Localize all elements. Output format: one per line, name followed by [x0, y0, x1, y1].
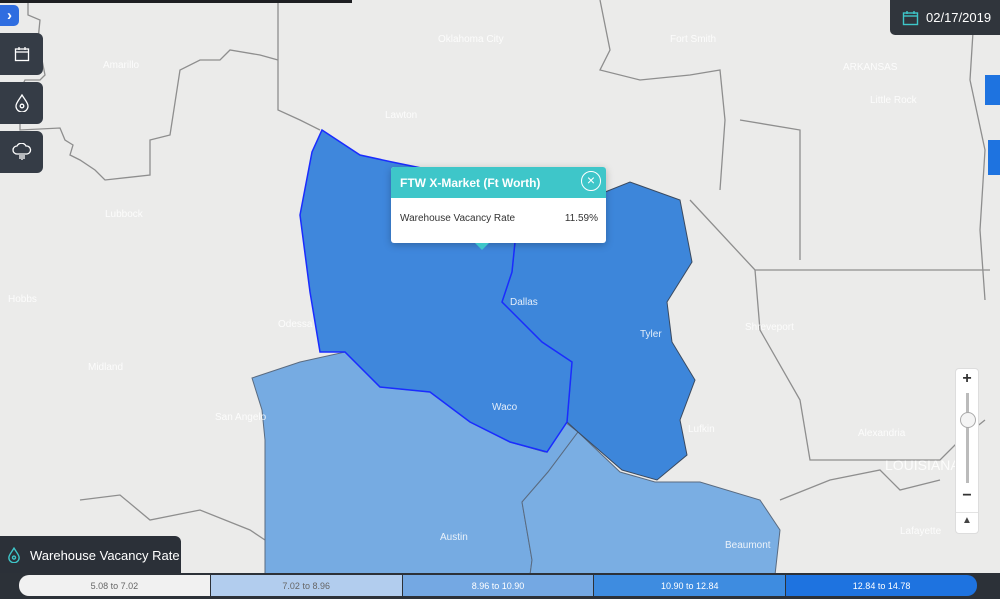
- region-edge: [985, 75, 1000, 105]
- popup-metric-label: Warehouse Vacancy Rate: [400, 213, 516, 224]
- city-label: Tyler: [640, 329, 662, 340]
- layer-name: Warehouse Vacancy Rate: [30, 547, 180, 563]
- city-label: Austin: [440, 532, 468, 543]
- close-popup-button[interactable]: ×: [581, 171, 601, 191]
- weather-button[interactable]: [0, 131, 43, 173]
- reset-north-button[interactable]: ▲: [956, 512, 978, 526]
- legend-bin: 10.90 to 12.84: [594, 575, 787, 596]
- droplet-icon: [14, 94, 29, 112]
- state-border: [79, 494, 266, 541]
- expand-sidebar-button[interactable]: ›: [0, 5, 19, 26]
- city-label: Odessa: [278, 319, 313, 330]
- city-label: Midland: [88, 362, 123, 373]
- metric-button[interactable]: [0, 82, 43, 124]
- city-label: ARKANSAS: [843, 62, 898, 73]
- region-edge: [988, 140, 1000, 175]
- legend-bin: 5.08 to 7.02: [19, 575, 211, 596]
- calendar-icon: [902, 10, 919, 25]
- date-button[interactable]: [0, 33, 43, 75]
- zoom-in-button[interactable]: +: [956, 370, 978, 388]
- popup-pointer: [475, 243, 489, 250]
- legend-bin: 8.96 to 10.90: [402, 575, 595, 596]
- city-label: Little Rock: [870, 95, 918, 106]
- city-label: LOUISIANA: [885, 457, 960, 473]
- city-label: Amarillo: [103, 60, 140, 71]
- zoom-out-button[interactable]: −: [956, 487, 978, 505]
- city-label: Dallas: [510, 297, 538, 308]
- state-border: [277, 0, 321, 131]
- city-label: Lafayette: [900, 526, 942, 537]
- state-border: [779, 469, 941, 501]
- active-layer-label: Warehouse Vacancy Rate: [0, 536, 181, 574]
- region-popup: FTW X-Market (Ft Worth) × Warehouse Vaca…: [391, 167, 606, 250]
- state-border: [739, 119, 801, 260]
- city-label: Lufkin: [688, 424, 715, 435]
- state-border: [599, 0, 726, 191]
- zoom-slider-track[interactable]: [966, 393, 969, 483]
- city-label: Lubbock: [105, 209, 144, 220]
- legend-bin: 12.84 to 14.78: [786, 575, 977, 596]
- close-icon: ×: [586, 172, 596, 188]
- selected-date: 02/17/2019: [926, 10, 992, 25]
- city-label: Oklahoma City: [438, 34, 504, 45]
- legend: 5.08 to 7.02 7.02 to 8.96 8.96 to 10.90 …: [19, 575, 977, 596]
- state-border: [689, 199, 990, 271]
- city-label: Shreveport: [745, 322, 794, 333]
- city-label: San Angelo: [215, 412, 267, 423]
- state-border: [19, 0, 279, 181]
- city-label: Lawton: [385, 110, 417, 121]
- chevron-right-icon: ›: [7, 7, 12, 24]
- droplet-icon: [8, 547, 20, 563]
- state-border: [969, 0, 986, 301]
- popup-title: FTW X-Market (Ft Worth): [400, 175, 541, 190]
- zoom-slider-handle[interactable]: [960, 412, 976, 428]
- city-label: Alexandria: [858, 428, 906, 439]
- city-label: Waco: [492, 402, 518, 413]
- zoom-control: + − ▲: [955, 368, 979, 534]
- date-selector[interactable]: 02/17/2019: [890, 0, 1000, 35]
- city-label: Fort Smith: [670, 34, 716, 45]
- city-label: Hobbs: [8, 294, 37, 305]
- legend-bin: 7.02 to 8.96: [210, 575, 403, 596]
- city-label: Beaumont: [725, 540, 771, 551]
- cloud-rain-icon: [11, 143, 31, 160]
- top-bar: [0, 0, 352, 3]
- calendar-icon: [14, 47, 29, 62]
- map-canvas[interactable]: Oklahoma City Fort Smith Amarillo ARKANS…: [0, 0, 1000, 599]
- popup-metric-value: 11.59%: [564, 213, 598, 224]
